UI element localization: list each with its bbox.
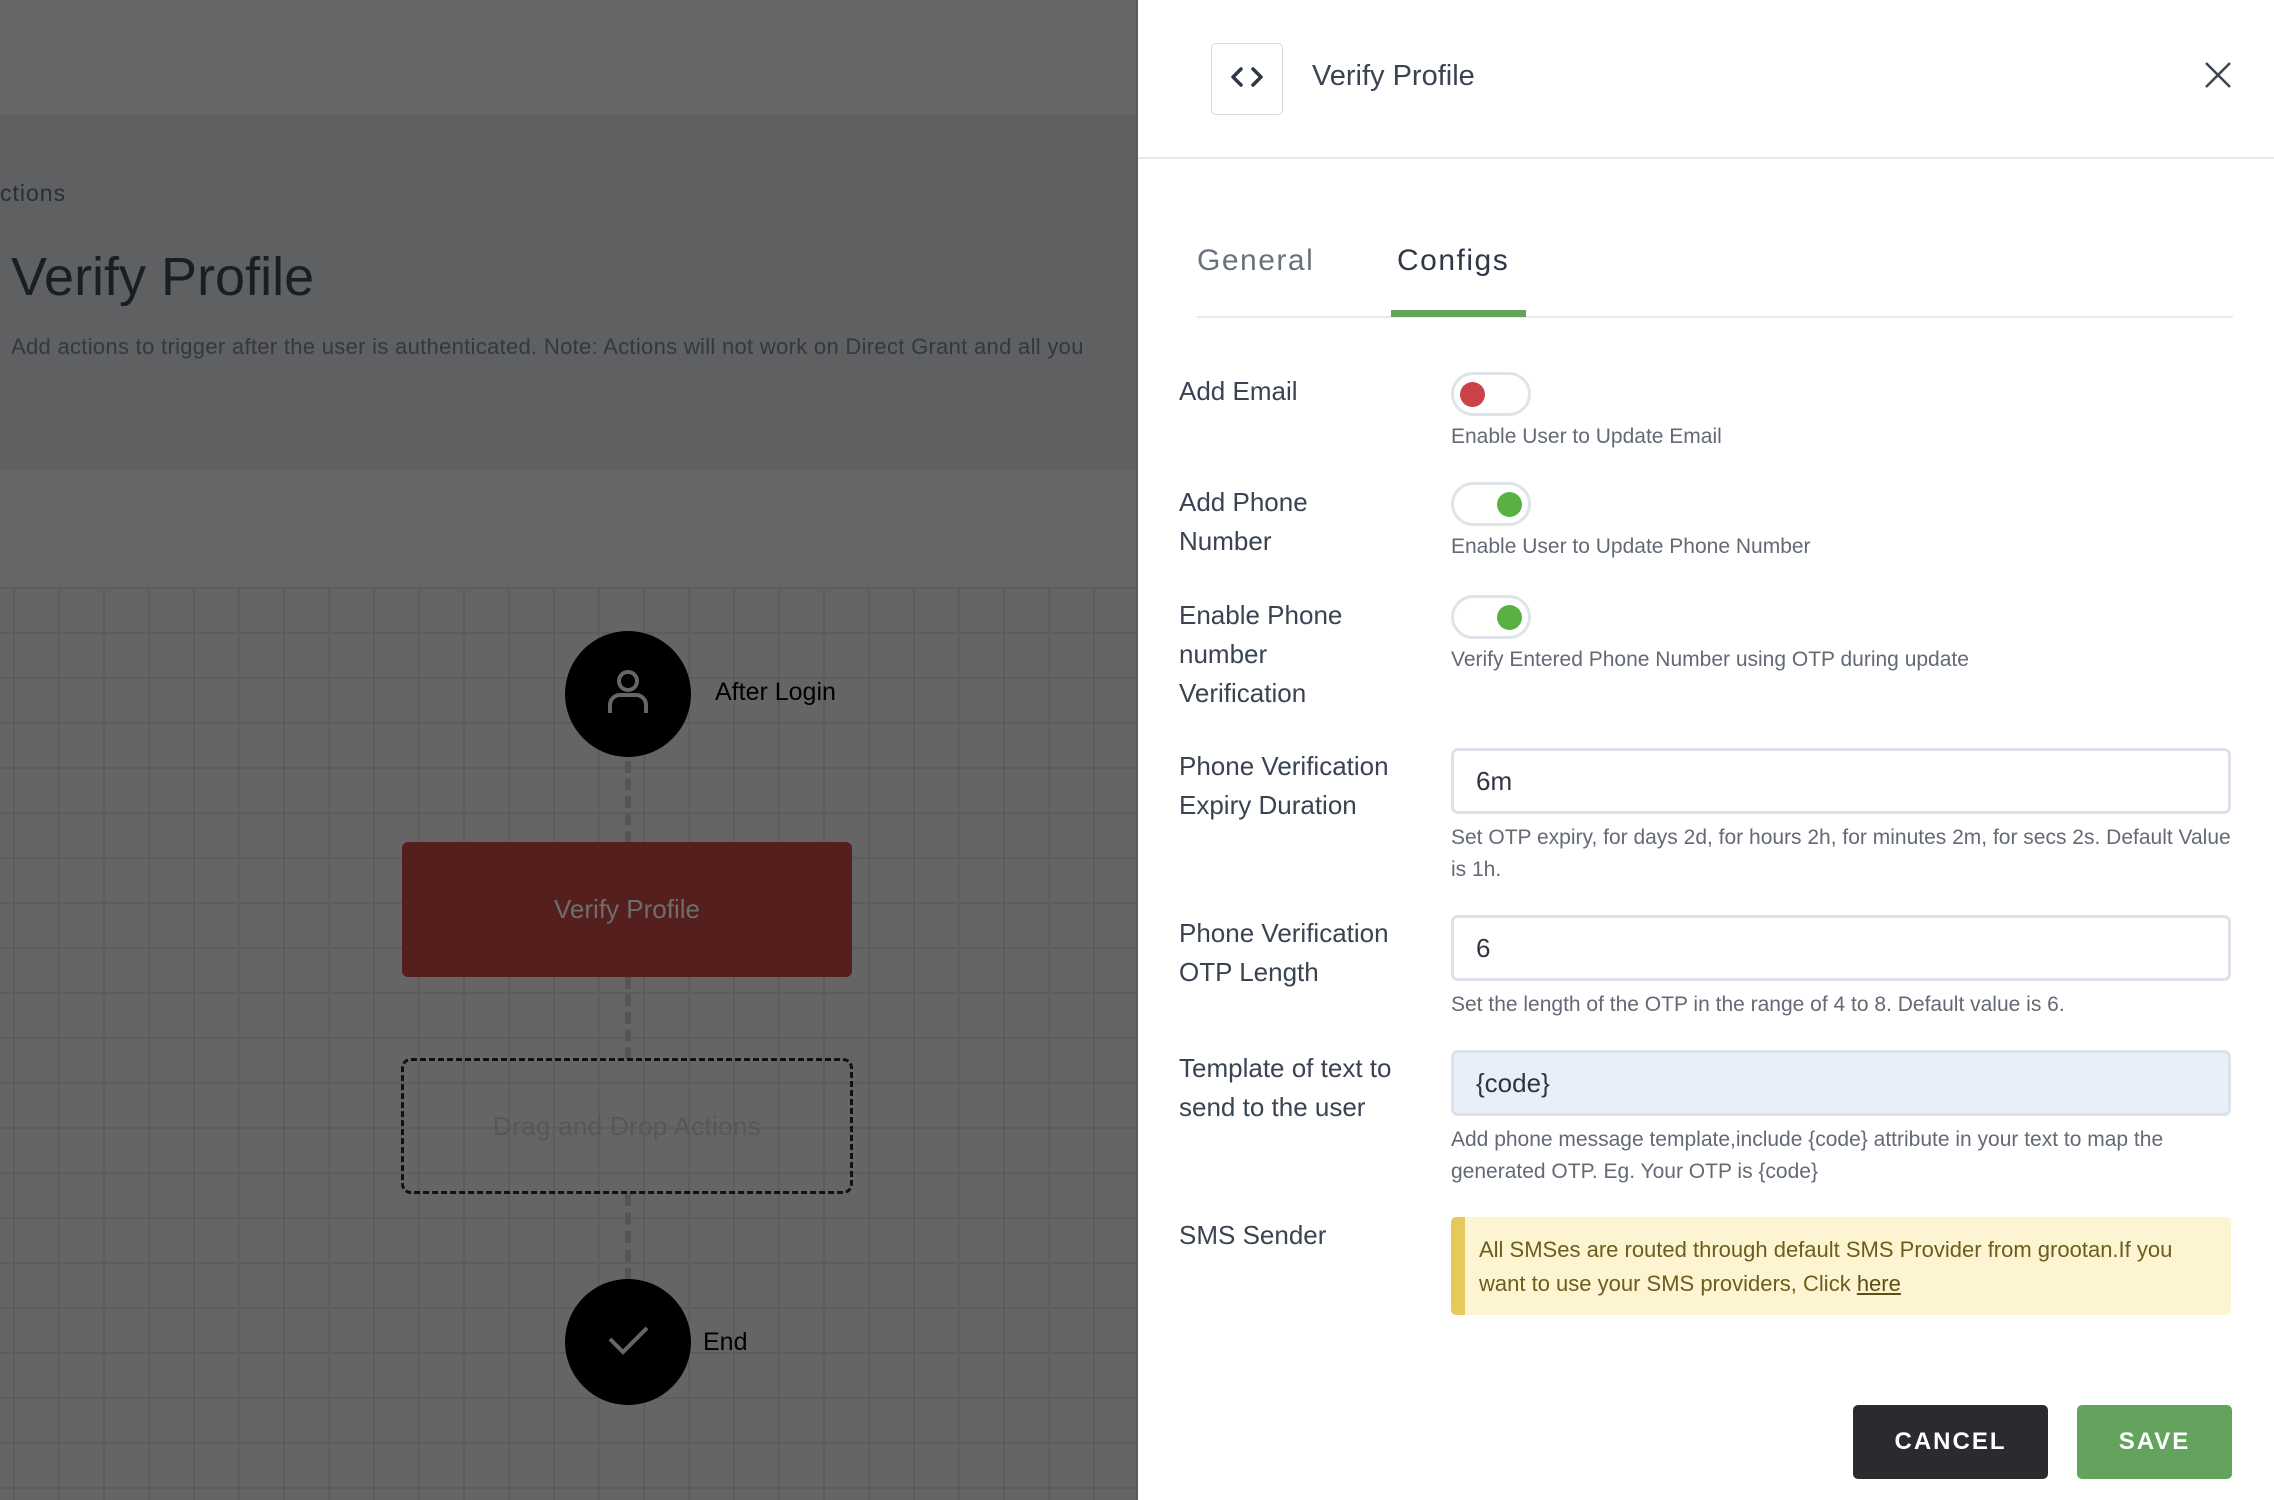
otp-length-help: Set the length of the OTP in the range o…	[1451, 993, 2065, 1016]
save-button[interactable]: SAVE	[2077, 1405, 2232, 1479]
sms-sender-alert: All SMSes are routed through default SMS…	[1451, 1217, 2231, 1315]
close-button[interactable]	[2200, 59, 2236, 95]
expiry-duration-help: Set OTP expiry, for days 2d, for hours 2…	[1451, 826, 2231, 881]
close-icon	[2204, 61, 2232, 94]
top-bar	[0, 0, 1136, 115]
tab-general[interactable]: General	[1197, 244, 1314, 278]
toggle-knob	[1460, 382, 1485, 407]
sms-provider-link[interactable]: here	[1857, 1271, 1901, 1296]
background-page: ctions Verify Profile Add actions to tri…	[0, 0, 1136, 1500]
page-title: Verify Profile	[11, 247, 315, 307]
flow-connector	[625, 977, 631, 1059]
drop-zone-label: Drag and Drop Actions	[493, 1110, 761, 1141]
otp-length-input[interactable]	[1451, 915, 2231, 981]
add-email-label: Add Email	[1179, 376, 1298, 406]
cancel-button[interactable]: CANCEL	[1853, 1405, 2048, 1479]
tab-bar: General Configs	[1197, 230, 2233, 318]
drop-zone[interactable]: Drag and Drop Actions	[401, 1058, 853, 1194]
add-email-help: Enable User to Update Email	[1451, 425, 1722, 448]
drawer-title: Verify Profile	[1312, 60, 1475, 92]
breadcrumb: ctions	[0, 180, 67, 206]
flow-connector	[625, 1194, 631, 1280]
code-button[interactable]	[1211, 43, 1283, 115]
phone-verification-help: Verify Entered Phone Number using OTP du…	[1451, 648, 1969, 671]
toggle-knob	[1497, 492, 1522, 517]
active-tab-indicator	[1391, 310, 1526, 317]
start-node[interactable]	[565, 631, 691, 757]
template-help: Add phone message template,include {code…	[1451, 1128, 2164, 1183]
code-brackets-icon	[1230, 65, 1264, 94]
otp-length-label: Phone Verification OTP Length	[1179, 918, 1389, 987]
page-description: Add actions to trigger after the user is…	[11, 334, 1084, 359]
add-phone-help: Enable User to Update Phone Number	[1451, 535, 1811, 558]
start-node-label: After Login	[715, 678, 836, 706]
check-icon	[606, 1323, 650, 1362]
template-input[interactable]	[1451, 1050, 2231, 1116]
band-divider	[0, 470, 1136, 587]
expiry-duration-input[interactable]	[1451, 748, 2231, 814]
action-node-verify-profile[interactable]: Verify Profile	[402, 842, 852, 977]
config-drawer: Verify Profile General Configs Add Email…	[1136, 0, 2274, 1500]
add-phone-label: Add Phone Number	[1179, 487, 1308, 556]
add-phone-toggle[interactable]	[1451, 482, 1531, 526]
expiry-duration-label: Phone Verification Expiry Duration	[1179, 751, 1389, 820]
end-node-label: End	[703, 1328, 748, 1356]
tab-configs[interactable]: Configs	[1397, 244, 1509, 278]
sms-sender-label: SMS Sender	[1179, 1220, 1327, 1250]
toggle-knob	[1497, 605, 1522, 630]
template-label: Template of text to send to the user	[1179, 1053, 1392, 1122]
phone-verification-toggle[interactable]	[1451, 595, 1531, 639]
end-node[interactable]	[565, 1279, 691, 1405]
user-icon	[606, 668, 650, 721]
drawer-header: Verify Profile	[1138, 0, 2274, 159]
sms-sender-alert-text: All SMSes are routed through default SMS…	[1479, 1237, 2173, 1296]
flow-connector	[625, 761, 631, 843]
phone-verification-label: Enable Phone number Verification	[1179, 600, 1343, 708]
add-email-toggle[interactable]	[1451, 372, 1531, 416]
action-node-label: Verify Profile	[554, 894, 700, 924]
